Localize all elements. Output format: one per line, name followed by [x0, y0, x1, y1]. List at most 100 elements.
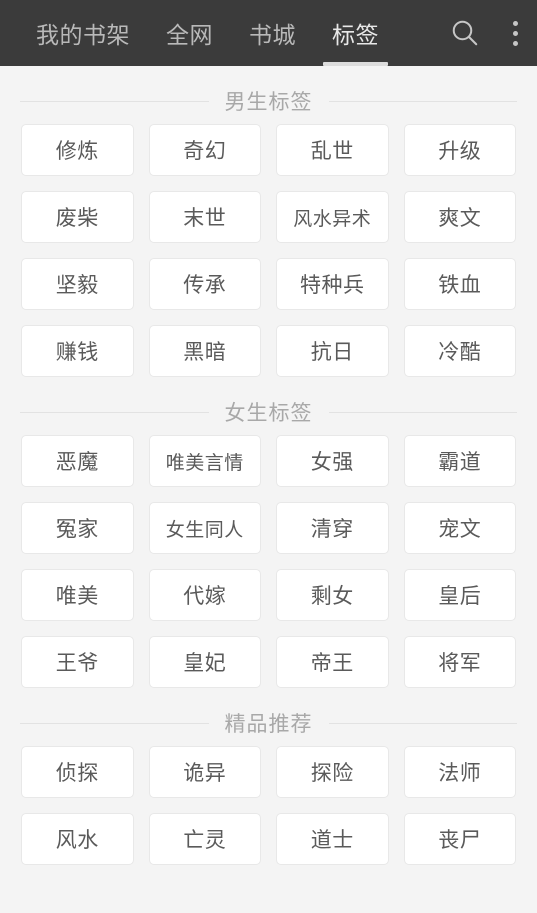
tag-button[interactable]: 女生同人 [148, 502, 261, 554]
tag-label: 末世 [183, 206, 227, 230]
tag-button[interactable]: 侦探 [21, 746, 134, 798]
section-rule-right [328, 722, 517, 724]
tab-1[interactable]: 全网 [148, 0, 231, 66]
section-title: 精品推荐 [224, 712, 313, 736]
tag-button[interactable]: 代嫁 [148, 569, 261, 621]
tag-label: 法师 [438, 761, 482, 785]
overflow-dot [512, 40, 518, 46]
tag-button[interactable]: 传承 [148, 258, 261, 310]
tag-button[interactable]: 赚钱 [21, 325, 134, 377]
tag-label: 冷酷 [438, 340, 482, 364]
app-bar-actions [437, 0, 537, 66]
overflow-dot [512, 30, 518, 36]
tag-button[interactable]: 女强 [276, 435, 389, 487]
section-title: 女生标签 [224, 401, 313, 425]
tag-button[interactable]: 末世 [148, 191, 261, 243]
tag-button[interactable]: 冤家 [21, 502, 134, 554]
tag-label: 抗日 [310, 340, 354, 364]
tab-label: 书城 [249, 23, 296, 49]
tag-button[interactable]: 清穿 [276, 502, 389, 554]
overflow-dot [512, 20, 518, 26]
tag-button[interactable]: 坚毅 [21, 258, 134, 310]
tag-label: 赚钱 [55, 340, 99, 364]
tag-label: 探险 [310, 761, 354, 785]
top-app-bar: 我的书架 全网 书城 标签 [0, 0, 537, 66]
tag-button[interactable]: 风水 [21, 813, 134, 865]
section-header: 精品推荐 [0, 700, 537, 746]
section-header: 男生标签 [0, 78, 537, 124]
search-button[interactable] [437, 0, 493, 66]
tag-button[interactable]: 唯美言情 [148, 435, 261, 487]
active-tab-indicator [323, 62, 388, 66]
tag-button[interactable]: 剩女 [276, 569, 389, 621]
tag-button[interactable]: 爽文 [403, 191, 516, 243]
tag-button[interactable]: 奇幻 [148, 124, 261, 176]
tag-label: 乱世 [310, 139, 354, 163]
tag-button[interactable]: 唯美 [21, 569, 134, 621]
tag-label: 黑暗 [183, 340, 227, 364]
tag-button[interactable]: 探险 [276, 746, 389, 798]
tag-button[interactable]: 废柴 [21, 191, 134, 243]
tag-button[interactable]: 丧尸 [403, 813, 516, 865]
tag-button[interactable]: 王爷 [21, 636, 134, 688]
tag-label: 皇后 [438, 584, 482, 608]
tag-button[interactable]: 抗日 [276, 325, 389, 377]
tag-button[interactable]: 恶魔 [21, 435, 134, 487]
tag-label: 帝王 [310, 651, 354, 675]
tag-label: 侦探 [55, 761, 99, 785]
overflow-menu-button[interactable] [493, 0, 537, 66]
tag-button[interactable]: 冷酷 [403, 325, 516, 377]
tag-button[interactable]: 黑暗 [148, 325, 261, 377]
search-icon [452, 20, 478, 46]
tag-label: 剩女 [310, 584, 354, 608]
tag-button[interactable]: 皇后 [403, 569, 516, 621]
tag-label: 道士 [310, 828, 354, 852]
section-rule-left [20, 722, 209, 724]
tag-label: 霸道 [438, 450, 482, 474]
tag-button[interactable]: 亡灵 [148, 813, 261, 865]
tag-label: 坚毅 [55, 273, 99, 297]
tag-label: 恶魔 [55, 450, 99, 474]
tag-button[interactable]: 风水异术 [276, 191, 389, 243]
tag-label: 爽文 [438, 206, 482, 230]
tag-label: 奇幻 [183, 139, 227, 163]
tag-grid: 恶魔 唯美言情 女强 霸道冤家 女生同人 清穿 宠文唯美 代嫁 剩女 皇后王爷 皇妃 帝王 将军 [0, 435, 537, 688]
tag-label: 女生同人 [165, 518, 244, 541]
tag-label: 王爷 [55, 651, 99, 675]
tag-button[interactable]: 铁血 [403, 258, 516, 310]
tag-grid: 侦探 诡异 探险 法师风水 亡灵 道士 丧尸 [0, 746, 537, 865]
tag-label: 修炼 [55, 139, 99, 163]
tag-label: 丧尸 [438, 828, 482, 852]
tag-label: 唯美 [55, 584, 99, 608]
tag-button[interactable]: 皇妃 [148, 636, 261, 688]
tag-label: 女强 [310, 450, 354, 474]
tab-label: 全网 [166, 23, 213, 49]
tag-button[interactable]: 法师 [403, 746, 516, 798]
tag-button[interactable]: 升级 [403, 124, 516, 176]
tab-label: 我的书架 [36, 23, 130, 49]
tab-3[interactable]: 标签 [314, 0, 397, 66]
tab-0[interactable]: 我的书架 [18, 0, 148, 66]
tag-label: 清穿 [310, 517, 354, 541]
tab-2[interactable]: 书城 [231, 0, 314, 66]
section-title: 男生标签 [224, 90, 313, 114]
tag-label: 皇妃 [183, 651, 227, 675]
tag-button[interactable]: 修炼 [21, 124, 134, 176]
tag-button[interactable]: 道士 [276, 813, 389, 865]
tag-button[interactable]: 霸道 [403, 435, 516, 487]
tab-bar: 我的书架 全网 书城 标签 [18, 0, 397, 66]
section-header: 女生标签 [0, 389, 537, 435]
tag-label: 风水异术 [293, 207, 372, 230]
tag-button[interactable]: 特种兵 [276, 258, 389, 310]
section-rule-right [328, 411, 517, 413]
tag-label: 特种兵 [300, 273, 365, 297]
tag-button[interactable]: 帝王 [276, 636, 389, 688]
tab-label: 标签 [332, 23, 379, 49]
tag-button[interactable]: 诡异 [148, 746, 261, 798]
overflow-menu-icon [512, 20, 518, 46]
tag-button[interactable]: 乱世 [276, 124, 389, 176]
tag-label: 宠文 [438, 517, 482, 541]
tag-button[interactable]: 宠文 [403, 502, 516, 554]
tag-button[interactable]: 将军 [403, 636, 516, 688]
tag-label: 风水 [55, 828, 99, 852]
